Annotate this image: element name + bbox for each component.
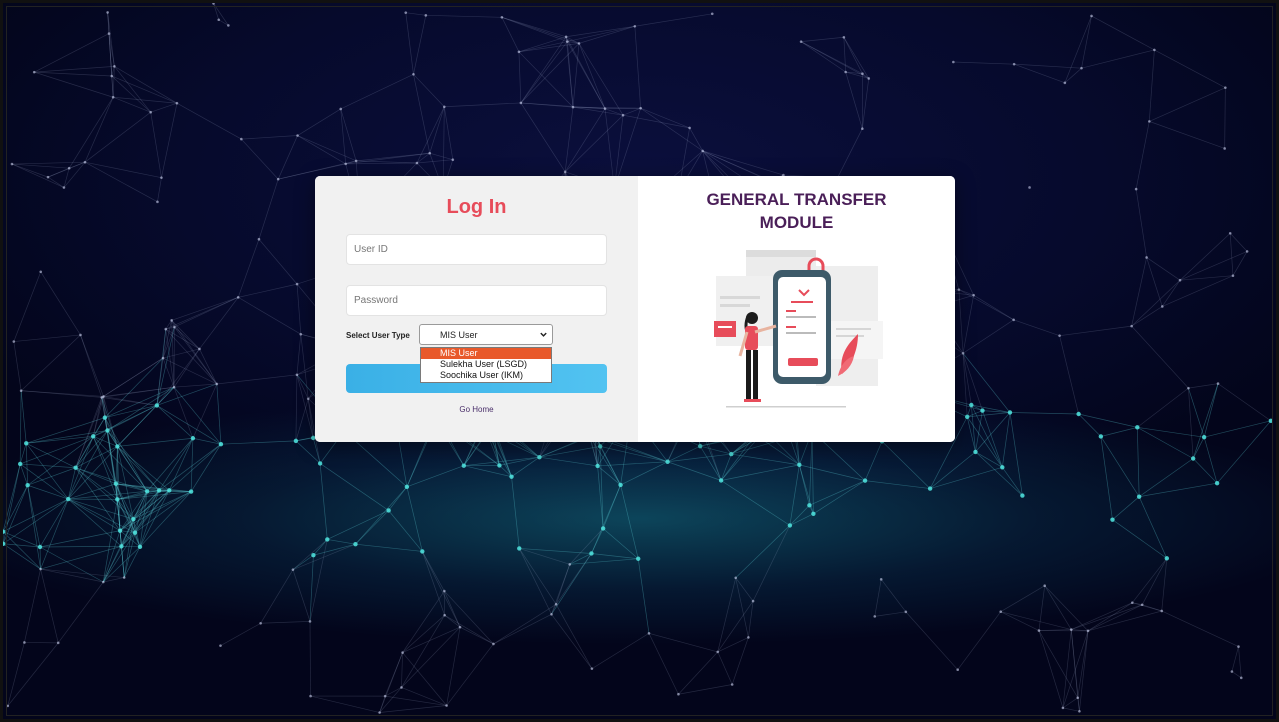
go-home-link[interactable]: Go Home [315, 405, 638, 414]
module-info-panel: GENERAL TRANSFER MODULE [638, 176, 955, 442]
user-type-label: Select User Type [346, 331, 410, 340]
password-input[interactable] [346, 285, 607, 316]
login-title: Log In [446, 196, 507, 218]
login-card: Log In Select User Type MIS User Go Home… [315, 176, 955, 442]
user-type-option-sulekha[interactable]: Sulekha User (LSGD) [421, 359, 551, 370]
browser-viewport: Log In Select User Type MIS User Go Home… [0, 0, 1279, 722]
user-type-option-mis[interactable]: MIS User [421, 348, 551, 359]
module-title: GENERAL TRANSFER MODULE [638, 188, 955, 234]
user-type-select[interactable]: MIS User [419, 324, 553, 345]
module-title-line2: MODULE [759, 213, 834, 232]
chevron-down-icon [540, 332, 547, 337]
user-type-option-soochika[interactable]: Soochika User (IKM) [421, 370, 551, 381]
user-type-dropdown-list: MIS User Sulekha User (LSGD) Soochika Us… [420, 347, 552, 383]
mobile-security-illustration [714, 250, 883, 408]
user-type-selected-value: MIS User [440, 330, 478, 340]
module-title-line1: GENERAL TRANSFER [706, 190, 887, 209]
user-id-input[interactable] [346, 234, 607, 265]
login-form-panel: Log In Select User Type MIS User Go Home… [315, 176, 638, 442]
